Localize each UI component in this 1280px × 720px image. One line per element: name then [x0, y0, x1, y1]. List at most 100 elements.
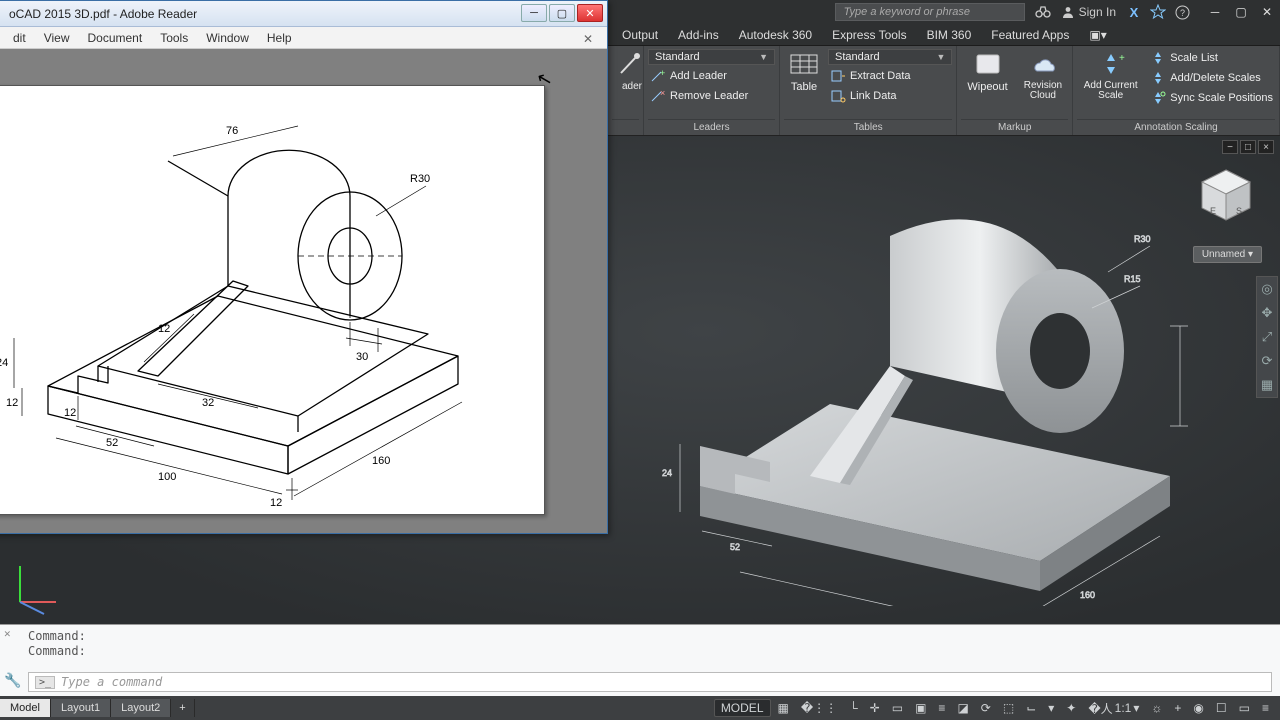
- steering-wheel-icon[interactable]: ◎: [1261, 281, 1272, 297]
- menu-tools[interactable]: Tools: [152, 29, 196, 47]
- help-icon[interactable]: ?: [1172, 2, 1192, 22]
- hardware-accel-icon[interactable]: ◉: [1188, 699, 1208, 717]
- close-button[interactable]: ✕: [1254, 3, 1280, 21]
- menu-view[interactable]: View: [36, 29, 78, 47]
- snap-icon[interactable]: �⋮⋮: [796, 699, 842, 717]
- isodraft-icon[interactable]: ▭: [887, 699, 908, 717]
- binoculars-icon[interactable]: [1033, 2, 1053, 22]
- annomonitor-icon[interactable]: +: [1169, 699, 1186, 717]
- layout-tabs: Model Layout1 Layout2 +: [0, 696, 195, 720]
- reader-doc-close-icon[interactable]: ✕: [575, 30, 601, 48]
- navigation-bar: ◎ ✥ ⤢ ⟳ ▦: [1256, 276, 1278, 398]
- vp-maximize-button[interactable]: □: [1240, 140, 1256, 154]
- leader-style-dropdown[interactable]: Standard▼: [648, 49, 775, 65]
- lineweight-icon[interactable]: ≡: [933, 699, 950, 717]
- dynamic-ucs-icon[interactable]: ⌙: [1021, 699, 1041, 717]
- cmd-line: Command:: [28, 629, 86, 644]
- menu-document[interactable]: Document: [79, 29, 150, 47]
- pdf-page: 76 R30 30 24 12 12 32 100 52 160 12 12: [0, 85, 545, 515]
- reader-close-button[interactable]: ✕: [577, 4, 603, 22]
- revision-cloud-button[interactable]: Revision Cloud: [1018, 49, 1068, 103]
- svg-text:?: ?: [1179, 8, 1184, 18]
- showmotion-icon[interactable]: ▦: [1261, 377, 1273, 393]
- command-input[interactable]: >_ Type a command: [28, 672, 1272, 692]
- zoom-icon[interactable]: ⤢: [1262, 329, 1272, 345]
- vp-close-button[interactable]: ×: [1258, 140, 1274, 154]
- reader-minimize-button[interactable]: ─: [521, 4, 547, 22]
- tab-featured[interactable]: Featured Apps: [981, 25, 1079, 45]
- add-delete-scales-icon: [1150, 70, 1166, 86]
- svg-text:52: 52: [106, 437, 118, 449]
- exchange-apps-icon[interactable]: [1148, 2, 1168, 22]
- table-button[interactable]: Table: [784, 49, 824, 95]
- view-name-button[interactable]: Unnamed ▾: [1193, 246, 1262, 263]
- svg-text:+: +: [1119, 53, 1125, 64]
- tab-bim360[interactable]: BIM 360: [917, 25, 982, 45]
- grid-icon[interactable]: ▦: [773, 699, 794, 717]
- tab-layout2[interactable]: Layout2: [111, 699, 171, 717]
- isometric-drawing: 76 R30 30 24 12 12 32 100 52 160 12 12: [0, 86, 546, 516]
- osnap-icon[interactable]: ▣: [910, 699, 931, 717]
- menu-help[interactable]: Help: [259, 29, 300, 47]
- tab-addins[interactable]: Add-ins: [668, 25, 729, 45]
- add-scale-icon: +: [1097, 51, 1125, 79]
- scale-list-icon: [1150, 50, 1166, 66]
- sync-scale-icon: [1150, 90, 1166, 106]
- 3dosnap-icon[interactable]: ⬚: [998, 699, 1019, 717]
- cycling-icon[interactable]: ⟳: [976, 699, 996, 717]
- workspace-icon[interactable]: ☼: [1146, 699, 1167, 717]
- link-data-button[interactable]: Link Data: [828, 87, 952, 105]
- signin-button[interactable]: Sign In: [1061, 5, 1116, 19]
- status-mode[interactable]: MODEL: [714, 699, 771, 717]
- sync-scale-button[interactable]: Sync Scale Positions: [1148, 89, 1275, 107]
- menu-edit[interactable]: dit: [5, 29, 34, 47]
- panel-title: Annotation Scaling: [1077, 119, 1275, 135]
- pan-icon[interactable]: ✥: [1262, 305, 1273, 321]
- svg-text:52: 52: [730, 542, 740, 552]
- add-current-scale-button[interactable]: +Add Current Scale: [1077, 49, 1144, 103]
- tab-overflow-icon[interactable]: ▣▾: [1079, 25, 1116, 45]
- extract-data-button[interactable]: Extract Data: [828, 67, 952, 85]
- orbit-icon[interactable]: ⟳: [1262, 353, 1273, 369]
- polar-icon[interactable]: ✛: [865, 699, 885, 717]
- table-style-dropdown[interactable]: Standard▼: [828, 49, 952, 65]
- cmd-customize-icon[interactable]: 🔧: [4, 673, 21, 689]
- viewport-controls: − □ ×: [1222, 140, 1274, 154]
- gizmo-icon[interactable]: ✦: [1061, 699, 1081, 717]
- viewcube[interactable]: S E: [1194, 164, 1258, 228]
- tab-add-layout[interactable]: +: [171, 699, 194, 717]
- cleanscreen-icon[interactable]: ▭: [1234, 699, 1255, 717]
- scale-list-button[interactable]: Scale List: [1148, 49, 1275, 67]
- cloud-icon: [1029, 51, 1057, 79]
- transparency-icon[interactable]: ◪: [952, 699, 973, 717]
- svg-text:30: 30: [356, 351, 368, 363]
- remove-leader-button[interactable]: ×Remove Leader: [648, 87, 775, 105]
- ortho-icon[interactable]: └: [844, 699, 863, 717]
- signin-label: Sign In: [1079, 5, 1116, 19]
- isolate-icon[interactable]: ☐: [1211, 699, 1232, 717]
- reader-titlebar[interactable]: oCAD 2015 3D.pdf - Adobe Reader ─ ▢ ✕: [0, 1, 607, 27]
- maximize-button[interactable]: ▢: [1228, 3, 1254, 21]
- tab-model[interactable]: Model: [0, 699, 51, 717]
- customize-status-icon[interactable]: ≡: [1257, 699, 1274, 717]
- add-delete-scales-button[interactable]: Add/Delete Scales: [1148, 69, 1275, 87]
- menu-window[interactable]: Window: [198, 29, 257, 47]
- svg-text:12: 12: [6, 397, 18, 409]
- minimize-button[interactable]: ─: [1202, 3, 1228, 21]
- cmd-prefix: >_: [35, 676, 55, 689]
- tab-express[interactable]: Express Tools: [822, 25, 916, 45]
- vp-minimize-button[interactable]: −: [1222, 140, 1238, 154]
- wipeout-button[interactable]: Wipeout: [961, 49, 1013, 95]
- add-leader-button[interactable]: +Add Leader: [648, 67, 775, 85]
- exchange-x-icon[interactable]: X: [1124, 2, 1144, 22]
- filter-icon[interactable]: ▾: [1043, 699, 1059, 717]
- tab-a360[interactable]: Autodesk 360: [729, 25, 822, 45]
- panel-title: Leaders: [648, 119, 775, 135]
- tab-layout1[interactable]: Layout1: [51, 699, 111, 717]
- reader-page-area[interactable]: 76 R30 30 24 12 12 32 100 52 160 12 12 ↖: [0, 49, 607, 533]
- help-search-input[interactable]: Type a keyword or phrase: [835, 3, 1025, 21]
- tab-output[interactable]: Output: [612, 25, 668, 45]
- reader-maximize-button[interactable]: ▢: [549, 4, 575, 22]
- cmd-close-icon[interactable]: ✕: [4, 627, 11, 640]
- annotation-scale[interactable]: �人 1:1 ▾: [1083, 698, 1144, 719]
